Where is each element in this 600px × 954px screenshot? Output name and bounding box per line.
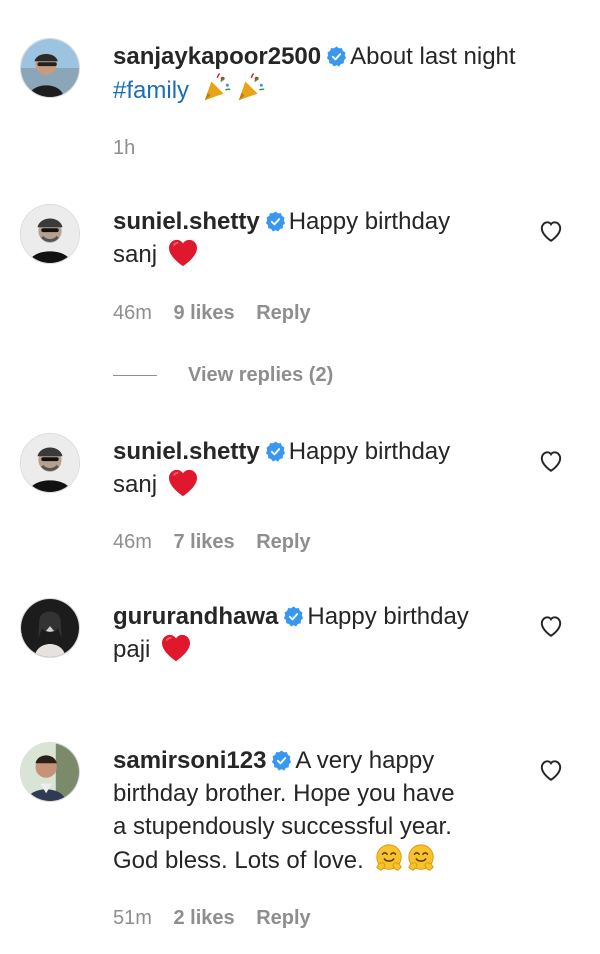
timestamp: 46m [113,531,152,553]
comment-line: paji [113,636,151,663]
verified-badge-icon [265,441,286,462]
comment-line: Happy birthday [288,208,451,235]
comment-line: sanj [113,471,158,498]
party-popper-icon [202,73,232,103]
timestamp: 1h [113,137,136,159]
username-link[interactable]: suniel.shetty [113,208,260,235]
timestamp: 51m [113,907,152,929]
username-link[interactable]: samirsoni123 [113,747,266,774]
username-link[interactable]: suniel.shetty [113,438,260,465]
comment-text: gururandhawa Happy birthday paji [113,600,530,666]
avatar[interactable] [20,742,80,802]
caption-text: sanjaykapoor2500 About last night #family [113,40,530,107]
username-link[interactable]: sanjaykapoor2500 [113,43,321,70]
comment-line: God bless. Lots of love. [113,847,364,874]
comment-line: birthday brother. Hope you have [113,780,455,807]
caption-body: About last night [350,43,516,70]
red-heart-icon [168,469,198,497]
comment-line: a stupendously successful year. [113,813,452,840]
reply-button[interactable]: Reply [256,302,310,324]
likes-count[interactable]: 2 likes [173,907,234,929]
like-heart-icon[interactable] [538,218,564,244]
likes-count[interactable]: 7 likes [173,531,234,553]
verified-badge-icon [326,46,347,67]
red-heart-icon [168,239,198,267]
avatar[interactable] [20,38,80,98]
timestamp: 46m [113,302,152,324]
comment-line: Happy birthday [288,438,451,465]
comment-meta: 51m 2 likes Reply [113,907,327,930]
verified-badge-icon [271,750,292,771]
hugging-face-icon [406,843,436,873]
avatar[interactable] [20,204,80,264]
like-heart-icon[interactable] [538,757,564,783]
avatar[interactable] [20,433,80,493]
comment-line: A very happy [295,747,435,774]
divider-line [113,375,157,376]
party-popper-icon [236,73,266,103]
view-replies-button[interactable]: View replies (2) [113,364,333,387]
like-heart-icon[interactable] [538,613,564,639]
hugging-face-icon [374,843,404,873]
avatar[interactable] [20,598,80,658]
comment-line: sanj [113,241,158,268]
like-heart-icon[interactable] [538,448,564,474]
likes-count[interactable]: 9 likes [173,302,234,324]
comment-line: Happy birthday [307,603,469,630]
red-heart-icon [161,634,191,662]
comment-text: suniel.shetty Happy birthday sanj [113,435,530,501]
comment-meta: 46m 9 likes Reply [113,302,327,325]
reply-button[interactable]: Reply [256,531,310,553]
verified-badge-icon [265,211,286,232]
username-link[interactable]: gururandhawa [113,603,278,630]
verified-badge-icon [283,606,304,627]
hashtag-link[interactable]: #family [113,77,189,104]
comment-text: suniel.shetty Happy birthday sanj [113,205,530,271]
comment-text: samirsoni123 A very happy birthday brothe… [113,744,530,877]
caption-meta: 1h [113,137,151,160]
reply-button[interactable]: Reply [256,907,310,929]
comment-meta: 46m 7 likes Reply [113,531,327,554]
view-replies-label: View replies (2) [188,364,334,386]
